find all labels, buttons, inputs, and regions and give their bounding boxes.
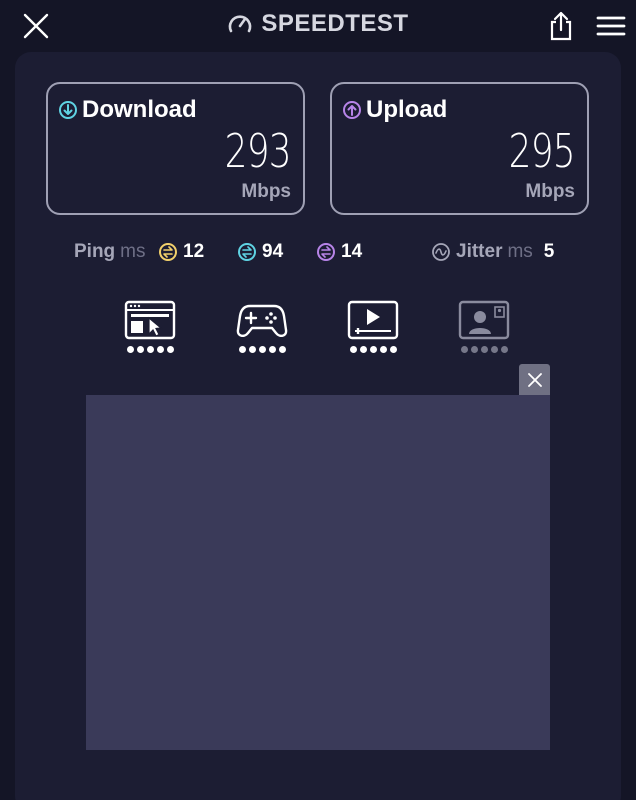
jitter-unit: ms bbox=[507, 241, 533, 262]
ping-label-group: Ping ms bbox=[74, 238, 146, 266]
ping-upload-value: 14 bbox=[341, 241, 363, 262]
gaming-rating bbox=[238, 346, 286, 353]
top-bar: SPEEDTEST bbox=[0, 0, 636, 52]
menu-button[interactable] bbox=[591, 6, 631, 46]
video-chat-rating bbox=[460, 346, 508, 353]
app-title: SPEEDTEST bbox=[261, 10, 409, 37]
video-chat-icon bbox=[458, 300, 510, 340]
speedometer-icon bbox=[229, 15, 252, 33]
speedtest-app: SPEEDTEST Download 293 Mbps Upload 295 M… bbox=[0, 0, 636, 800]
hamburger-menu-icon bbox=[596, 16, 626, 36]
experience-video-streaming[interactable] bbox=[347, 300, 399, 356]
arrow-up-circle-icon bbox=[343, 101, 361, 119]
ping-upload[interactable]: 14 bbox=[316, 238, 362, 266]
ping-upload-icon bbox=[317, 243, 335, 261]
close-icon bbox=[527, 372, 542, 387]
share-button[interactable] bbox=[541, 6, 581, 46]
experience-web-browsing[interactable] bbox=[124, 300, 176, 356]
ad-close-button[interactable] bbox=[519, 364, 550, 395]
share-icon bbox=[550, 11, 572, 41]
upload-label: Upload bbox=[366, 96, 448, 123]
ad-placeholder[interactable] bbox=[86, 395, 550, 750]
download-unit: Mbps bbox=[241, 181, 291, 202]
experience-gaming[interactable] bbox=[236, 300, 288, 356]
ping-idle-value: 12 bbox=[183, 241, 205, 262]
web-browsing-icon bbox=[124, 300, 176, 340]
upload-speed-value: 295 bbox=[508, 124, 576, 178]
video-streaming-icon bbox=[347, 300, 399, 340]
download-speed-value: 293 bbox=[224, 124, 292, 178]
download-card[interactable]: Download 293 Mbps bbox=[46, 82, 305, 215]
ping-idle[interactable]: 12 bbox=[158, 238, 204, 266]
download-label: Download bbox=[82, 96, 197, 123]
gaming-controller-icon bbox=[236, 304, 288, 338]
web-browsing-rating bbox=[126, 346, 174, 353]
latency-row: Ping ms 12 94 14 Jitter ms 5 bbox=[74, 238, 574, 266]
jitter-label: Jitter bbox=[456, 241, 503, 262]
upload-unit: Mbps bbox=[525, 181, 575, 202]
ping-idle-icon bbox=[159, 243, 177, 261]
experience-video-chat[interactable] bbox=[458, 300, 510, 356]
jitter-value: 5 bbox=[543, 241, 555, 262]
jitter-icon bbox=[432, 243, 450, 261]
ping-download[interactable]: 94 bbox=[237, 238, 283, 266]
ping-download-icon bbox=[238, 243, 256, 261]
ping-download-value: 94 bbox=[262, 241, 284, 262]
upload-card[interactable]: Upload 295 Mbps bbox=[330, 82, 589, 215]
ping-label: Ping bbox=[74, 241, 116, 262]
arrow-down-circle-icon bbox=[59, 101, 77, 119]
jitter-group[interactable]: Jitter ms 5 bbox=[431, 238, 554, 266]
ping-unit: ms bbox=[120, 241, 146, 262]
video-streaming-rating bbox=[349, 346, 397, 353]
